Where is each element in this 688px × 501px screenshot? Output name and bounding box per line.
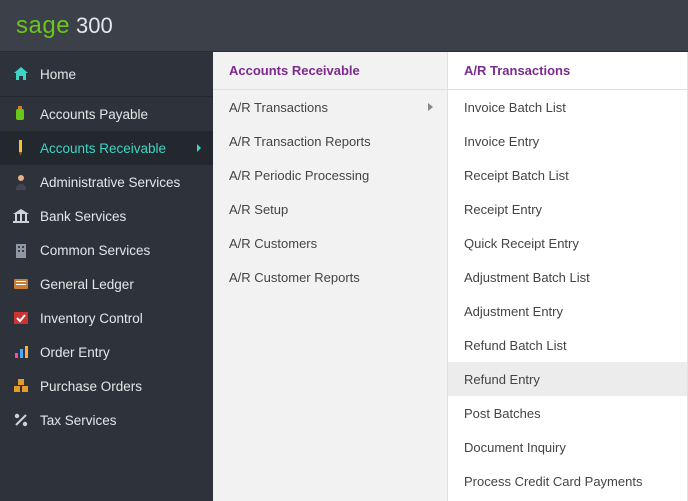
brand-logo-sage: sage: [16, 12, 70, 40]
submenu1-item-ar-customers[interactable]: A/R Customers: [213, 226, 447, 260]
sidebar: Home Accounts Payable Accounts Receivabl…: [0, 52, 213, 501]
submenu1-item-ar-setup[interactable]: A/R Setup: [213, 192, 447, 226]
submenu1-item-label: A/R Transaction Reports: [229, 134, 371, 149]
sidebar-item-label: General Ledger: [40, 277, 201, 292]
submenu2-item-quick-receipt-entry[interactable]: Quick Receipt Entry: [448, 226, 687, 260]
sidebar-item-label: Tax Services: [40, 413, 201, 428]
submenu2-item-label: Receipt Entry: [464, 202, 542, 217]
sidebar-item-administrative-services[interactable]: Administrative Services: [0, 165, 213, 199]
submenu2-item-adjustment-batch-list[interactable]: Adjustment Batch List: [448, 260, 687, 294]
sidebar-item-label: Order Entry: [40, 345, 201, 360]
submenu2-item-invoice-batch-list[interactable]: Invoice Batch List: [448, 90, 687, 124]
sidebar-home[interactable]: Home: [0, 52, 213, 97]
submenu2-item-label: Document Inquiry: [464, 440, 566, 455]
ledger-icon: [12, 275, 30, 293]
submenu2-item-label: Post Batches: [464, 406, 541, 421]
sidebar-item-label: Accounts Receivable: [40, 141, 197, 156]
submenu2-item-post-batches[interactable]: Post Batches: [448, 396, 687, 430]
sidebar-item-purchase-orders[interactable]: Purchase Orders: [0, 369, 213, 403]
submenu2-item-label: Adjustment Batch List: [464, 270, 590, 285]
sidebar-item-inventory-control[interactable]: Inventory Control: [0, 301, 213, 335]
person-icon: [12, 173, 30, 191]
sidebar-item-label: Inventory Control: [40, 311, 201, 326]
top-bar: sage 300: [0, 0, 688, 52]
submenu1-item-ar-customer-reports[interactable]: A/R Customer Reports: [213, 260, 447, 294]
submenu1-item-label: A/R Transactions: [229, 100, 328, 115]
sidebar-item-order-entry[interactable]: Order Entry: [0, 335, 213, 369]
submenu-panel-2: A/R Transactions Invoice Batch List Invo…: [448, 52, 688, 501]
sidebar-item-general-ledger[interactable]: General Ledger: [0, 267, 213, 301]
percent-icon: [12, 411, 30, 429]
submenu2-item-refund-entry[interactable]: Refund Entry: [448, 362, 687, 396]
submenu2-item-receipt-entry[interactable]: Receipt Entry: [448, 192, 687, 226]
submenu1-item-ar-transactions[interactable]: A/R Transactions: [213, 90, 447, 124]
submenu2-item-label: Invoice Entry: [464, 134, 539, 149]
building-icon: [12, 241, 30, 259]
submenu2-item-label: Refund Entry: [464, 372, 540, 387]
sidebar-item-label: Administrative Services: [40, 175, 201, 190]
submenu-panel-1: Accounts Receivable A/R Transactions A/R…: [213, 52, 448, 501]
submenu2-item-label: Invoice Batch List: [464, 100, 566, 115]
pen-icon: [12, 139, 30, 157]
submenu2-item-label: Quick Receipt Entry: [464, 236, 579, 251]
submenu2-title: A/R Transactions: [448, 52, 687, 90]
brand-product: 300: [76, 13, 113, 39]
sidebar-item-accounts-payable[interactable]: Accounts Payable: [0, 97, 213, 131]
main-layout: Home Accounts Payable Accounts Receivabl…: [0, 52, 688, 501]
sidebar-item-label: Bank Services: [40, 209, 201, 224]
sidebar-item-label: Common Services: [40, 243, 201, 258]
submenu2-item-label: Refund Batch List: [464, 338, 567, 353]
sidebar-item-bank-services[interactable]: Bank Services: [0, 199, 213, 233]
submenu1-item-label: A/R Setup: [229, 202, 288, 217]
submenu2-item-invoice-entry[interactable]: Invoice Entry: [448, 124, 687, 158]
boxes-icon: [12, 377, 30, 395]
submenu2-item-label: Receipt Batch List: [464, 168, 569, 183]
sidebar-item-accounts-receivable[interactable]: Accounts Receivable: [0, 131, 213, 165]
sidebar-home-label: Home: [40, 67, 201, 82]
submenu1-title: Accounts Receivable: [213, 52, 447, 90]
submenu2-item-refund-batch-list[interactable]: Refund Batch List: [448, 328, 687, 362]
caret-right-icon: [428, 103, 433, 111]
caret-right-icon: [197, 144, 201, 152]
submenu2-item-document-inquiry[interactable]: Document Inquiry: [448, 430, 687, 464]
sidebar-item-label: Accounts Payable: [40, 107, 201, 122]
sidebar-item-common-services[interactable]: Common Services: [0, 233, 213, 267]
home-icon: [12, 65, 30, 83]
submenu1-item-label: A/R Customers: [229, 236, 317, 251]
sidebar-item-tax-services[interactable]: Tax Services: [0, 403, 213, 437]
bottle-icon: [12, 105, 30, 123]
submenu2-item-label: Adjustment Entry: [464, 304, 563, 319]
submenu2-item-label: Process Credit Card Payments: [464, 474, 642, 489]
submenu2-item-process-credit-card-payments[interactable]: Process Credit Card Payments: [448, 464, 687, 498]
submenu1-item-label: A/R Customer Reports: [229, 270, 360, 285]
submenu1-item-ar-periodic-processing[interactable]: A/R Periodic Processing: [213, 158, 447, 192]
submenu1-item-ar-transaction-reports[interactable]: A/R Transaction Reports: [213, 124, 447, 158]
sidebar-item-label: Purchase Orders: [40, 379, 201, 394]
submenu1-item-label: A/R Periodic Processing: [229, 168, 369, 183]
chart-icon: [12, 343, 30, 361]
submenu2-item-adjustment-entry[interactable]: Adjustment Entry: [448, 294, 687, 328]
check-icon: [12, 309, 30, 327]
submenu2-item-receipt-batch-list[interactable]: Receipt Batch List: [448, 158, 687, 192]
bank-icon: [12, 207, 30, 225]
